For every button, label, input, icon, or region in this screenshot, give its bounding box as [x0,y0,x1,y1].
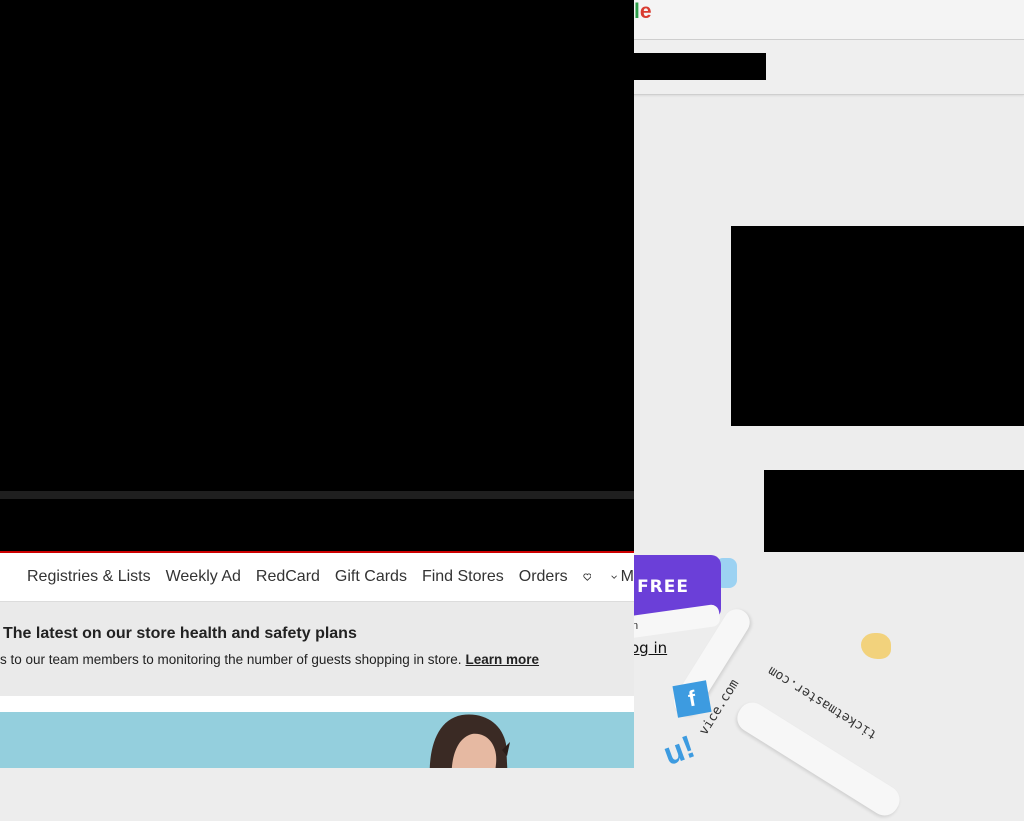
nav-orders[interactable]: Orders [519,568,568,586]
section-gap [0,696,634,712]
facebook-icon: f [672,680,712,718]
logo-letter-red: e [639,0,652,23]
ticketmaster-sticker [732,697,905,821]
hero-banner[interactable] [0,712,634,768]
notice-title: The latest on our store health and safet… [3,625,357,642]
redacted-header-area [0,499,634,552]
signup-free-label: FREE [637,577,689,597]
nav-gift-cards[interactable]: Gift Cards [335,568,407,586]
safety-notice-banner: The latest on our store health and safet… [0,602,634,696]
chevron-down-icon[interactable] [611,572,618,582]
nav-redcard[interactable]: RedCard [256,568,320,586]
background-logo[interactable]: le [634,0,652,24]
nav-registries-lists[interactable]: Registries & Lists [27,568,151,586]
store-window: Registries & Lists Weekly Ad RedCard Gif… [0,0,634,768]
redacted-video-area [0,0,634,491]
login-link[interactable]: og in [630,639,667,657]
utility-nav: Registries & Lists Weekly Ad RedCard Gif… [0,553,634,602]
learn-more-link[interactable]: Learn more [466,652,540,667]
nav-overflow-label[interactable]: M [621,568,634,586]
notice-text-row: s to our team members to monitoring the … [0,652,539,667]
nav-weekly-ad[interactable]: Weekly Ad [166,568,241,586]
ui-sticker-icon: u! [658,727,700,773]
nav-find-stores[interactable]: Find Stores [422,568,504,586]
redacted-content-block [764,470,1024,552]
notice-text: s to our team members to monitoring the … [0,652,462,667]
heart-icon[interactable] [583,570,592,584]
redacted-media-block [731,226,1024,426]
window-separator [0,491,634,499]
hero-model-image [429,714,510,768]
facebook-icon-letter: f [686,685,698,712]
yellow-sticker-shape [861,633,891,659]
